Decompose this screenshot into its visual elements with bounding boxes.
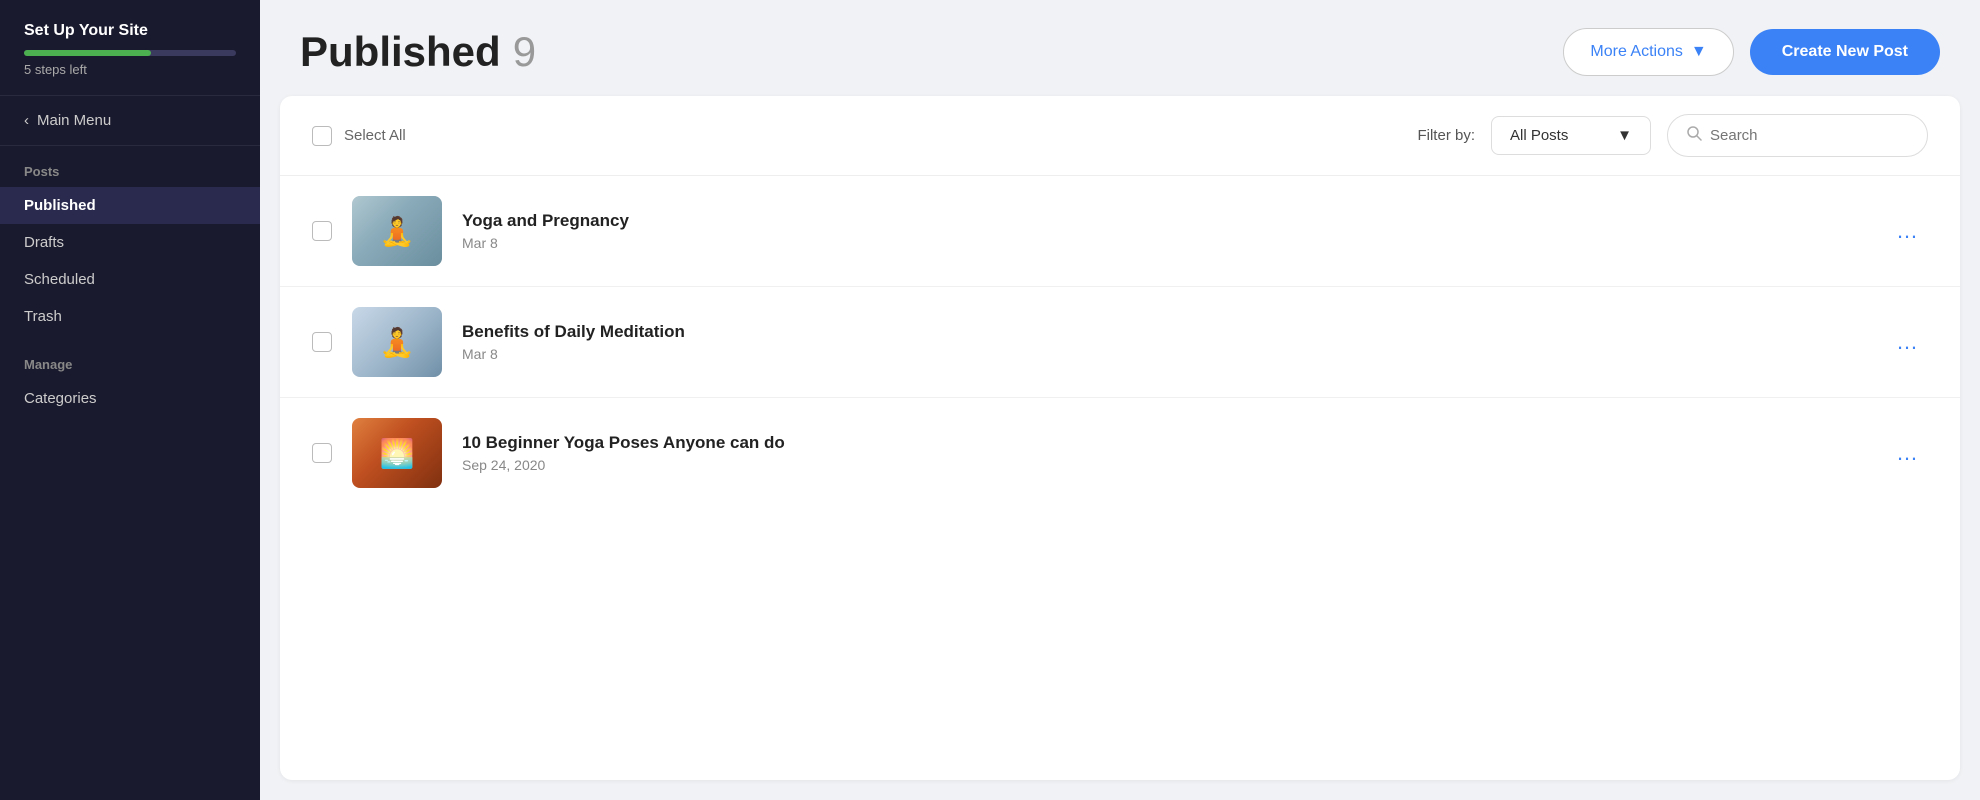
post-checkbox-2[interactable] [312, 332, 332, 352]
page-title: Published 9 [300, 28, 536, 76]
post-more-button-3[interactable]: … [1888, 436, 1928, 470]
header-actions: More Actions ▼ Create New Post [1563, 28, 1940, 76]
filter-select[interactable]: All Posts ▼ [1491, 116, 1651, 155]
post-date-2: Mar 8 [462, 346, 1868, 362]
sidebar-item-scheduled[interactable]: Scheduled [0, 261, 260, 298]
sidebar-item-published[interactable]: Published [0, 187, 260, 224]
post-title-1: Yoga and Pregnancy [462, 211, 1868, 231]
toolbar-right: Filter by: All Posts ▼ [1417, 114, 1928, 157]
more-actions-button[interactable]: More Actions ▼ [1563, 28, 1733, 76]
chevron-down-icon: ▼ [1691, 43, 1707, 61]
select-all-label[interactable]: Select All [344, 127, 406, 144]
posts-content: Select All Filter by: All Posts ▼ [280, 96, 1960, 780]
page-title-text: Published [300, 28, 501, 76]
more-actions-label: More Actions [1590, 43, 1682, 61]
post-row: 🧘 Yoga and Pregnancy Mar 8 … [280, 176, 1960, 287]
manage-section: Manage Categories [0, 335, 260, 417]
create-post-label: Create New Post [1782, 43, 1908, 60]
main-content: Published 9 More Actions ▼ Create New Po… [260, 0, 1980, 800]
create-post-button[interactable]: Create New Post [1750, 29, 1940, 75]
post-date-1: Mar 8 [462, 235, 1868, 251]
post-info-3: 10 Beginner Yoga Poses Anyone can do Sep… [462, 433, 1868, 473]
progress-bar-fill [24, 50, 151, 56]
toolbar: Select All Filter by: All Posts ▼ [280, 96, 1960, 176]
post-checkbox-3[interactable] [312, 443, 332, 463]
post-date-3: Sep 24, 2020 [462, 457, 1868, 473]
manage-section-label: Manage [0, 335, 260, 380]
post-thumb-image-1: 🧘 [352, 196, 442, 266]
post-title-3: 10 Beginner Yoga Poses Anyone can do [462, 433, 1868, 453]
main-menu-label: Main Menu [37, 112, 111, 129]
posts-section-label: Posts [0, 146, 260, 187]
setup-section: Set Up Your Site 5 steps left [0, 0, 260, 96]
chevron-left-icon: ‹ [24, 112, 29, 129]
post-checkbox-1[interactable] [312, 221, 332, 241]
main-menu-link[interactable]: ‹ Main Menu [24, 112, 236, 129]
filter-by-label: Filter by: [1417, 127, 1475, 144]
posts-section: Posts Published Drafts Scheduled Trash [0, 146, 260, 335]
sidebar-item-drafts[interactable]: Drafts [0, 224, 260, 261]
post-row: 🌅 10 Beginner Yoga Poses Anyone can do S… [280, 398, 1960, 508]
filter-value: All Posts [1510, 127, 1568, 144]
post-thumb-image-2: 🧘 [352, 307, 442, 377]
post-row: 🧘 Benefits of Daily Meditation Mar 8 … [280, 287, 1960, 398]
sidebar: Set Up Your Site 5 steps left ‹ Main Men… [0, 0, 260, 800]
post-thumb-image-3: 🌅 [352, 418, 442, 488]
search-input[interactable] [1710, 127, 1909, 144]
progress-bar-bg [24, 50, 236, 56]
setup-title: Set Up Your Site [24, 22, 236, 40]
post-more-button-1[interactable]: … [1888, 214, 1928, 248]
posts-list: 🧘 Yoga and Pregnancy Mar 8 … 🧘 Benefits … [280, 176, 1960, 508]
sidebar-item-categories[interactable]: Categories [0, 380, 260, 417]
filter-chevron-icon: ▼ [1617, 127, 1632, 144]
post-thumbnail-2: 🧘 [352, 307, 442, 377]
sidebar-item-trash[interactable]: Trash [0, 298, 260, 335]
page-title-count: 9 [513, 28, 536, 76]
post-more-button-2[interactable]: … [1888, 325, 1928, 359]
steps-left-label: 5 steps left [24, 62, 236, 77]
post-title-2: Benefits of Daily Meditation [462, 322, 1868, 342]
page-header: Published 9 More Actions ▼ Create New Po… [260, 0, 1980, 96]
toolbar-left: Select All [312, 126, 406, 146]
search-box[interactable] [1667, 114, 1928, 157]
post-info-1: Yoga and Pregnancy Mar 8 [462, 211, 1868, 251]
post-thumbnail-3: 🌅 [352, 418, 442, 488]
post-info-2: Benefits of Daily Meditation Mar 8 [462, 322, 1868, 362]
main-menu-section: ‹ Main Menu [0, 96, 260, 146]
post-thumbnail-1: 🧘 [352, 196, 442, 266]
select-all-checkbox[interactable] [312, 126, 332, 146]
search-icon [1686, 125, 1702, 146]
